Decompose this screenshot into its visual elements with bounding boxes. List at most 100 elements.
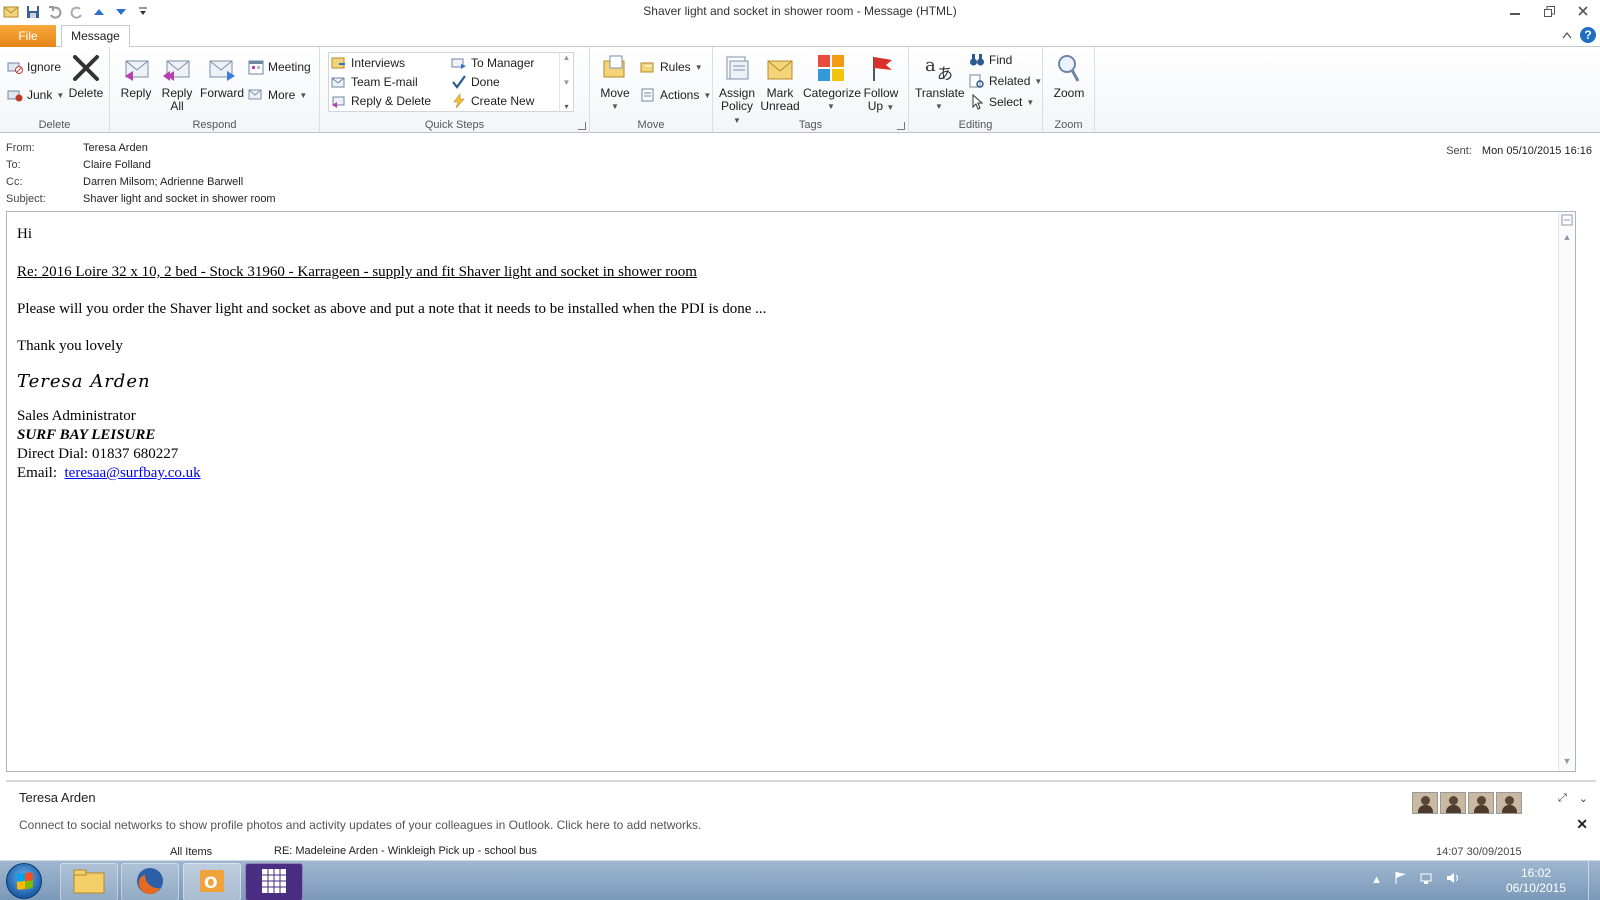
quick-step-reply-delete[interactable]: Reply & Delete <box>331 91 431 111</box>
firefox-taskbar-button[interactable] <box>121 863 179 900</box>
avatar[interactable] <box>1412 792 1438 814</box>
chevron-down-icon: ▼ <box>827 102 835 111</box>
assign-policy-button[interactable]: Assign Policy ▼ <box>717 51 757 127</box>
reply-all-button[interactable]: Reply All <box>156 51 198 113</box>
policy-icon <box>721 51 753 85</box>
undo-icon[interactable] <box>47 4 63 20</box>
save-icon[interactable] <box>25 4 41 20</box>
volume-icon[interactable] <box>1446 871 1460 888</box>
tab-file[interactable]: File <box>0 25 56 47</box>
body-scrollbar[interactable]: ▲ ▼ <box>1558 212 1575 771</box>
quick-step-team-email[interactable]: Team E-mail <box>331 72 418 92</box>
redo-icon[interactable] <box>69 4 85 20</box>
avatar[interactable] <box>1496 792 1522 814</box>
expand-gallery-icon[interactable]: ▾ <box>564 102 568 111</box>
system-clock[interactable]: 16:02 06/10/2015 <box>1506 866 1566 896</box>
related-label: Related <box>989 74 1031 88</box>
from-row: From: Teresa Arden <box>6 142 148 159</box>
quick-steps-scroll[interactable]: ▲ ▼ ▾ <box>559 53 573 111</box>
window-controls <box>1498 0 1600 24</box>
minimize-button[interactable] <box>1498 0 1532 22</box>
close-button[interactable] <box>1566 0 1600 22</box>
move-label: Move <box>600 86 630 100</box>
quick-step-done[interactable]: Done <box>451 72 500 92</box>
delete-button[interactable]: Delete <box>66 51 106 100</box>
thanks-text: Thank you lovely <box>17 338 123 354</box>
social-connect-text[interactable]: Connect to social networks to show profi… <box>19 818 701 832</box>
restore-button[interactable] <box>1532 0 1566 22</box>
all-items-label[interactable]: All Items <box>170 846 212 858</box>
explorer-taskbar-button[interactable] <box>60 863 118 900</box>
start-button[interactable] <box>6 863 42 899</box>
cc-value[interactable]: Darren Milsom; Adrienne Barwell <box>83 176 243 193</box>
group-tags: Assign Policy ▼ Mark Unread Categorize ▼… <box>713 47 909 133</box>
quick-step-create-new[interactable]: Create New <box>451 91 534 111</box>
mark-unread-icon <box>764 51 796 85</box>
forward-button[interactable]: Forward <box>198 51 246 100</box>
quick-step-label: Reply & Delete <box>351 94 432 108</box>
move-button[interactable]: Move ▼ <box>595 51 635 113</box>
dialog-launcher-icon[interactable] <box>897 122 905 130</box>
quick-step-interviews[interactable]: Interviews <box>331 53 405 73</box>
scroll-down-icon[interactable]: ▼ <box>1560 754 1575 769</box>
delete-label: Delete <box>68 86 104 100</box>
action-center-flag-icon[interactable] <box>1394 871 1408 888</box>
more-icon <box>248 87 264 103</box>
message-body[interactable]: Hi Re: 2016 Loire 32 x 10, 2 bed - Stock… <box>6 211 1576 772</box>
previous-item-icon[interactable] <box>91 4 107 20</box>
dialog-launcher-icon[interactable] <box>578 122 586 130</box>
minimize-ribbon-icon[interactable] <box>1562 28 1572 42</box>
reply-label: Reply <box>120 86 152 100</box>
actions-button[interactable]: Actions ▼ <box>640 85 711 105</box>
customize-qat-icon[interactable] <box>135 4 151 20</box>
to-value[interactable]: Claire Folland <box>83 159 151 176</box>
meeting-button[interactable]: Meeting <box>248 57 311 77</box>
smart-tag-icon[interactable] <box>1560 214 1575 229</box>
people-pane-name: Teresa Arden <box>19 790 96 805</box>
zoom-button[interactable]: Zoom <box>1049 51 1089 100</box>
chevron-down-icon[interactable]: ⌄ <box>1579 792 1588 805</box>
group-label-delete: Delete <box>38 119 71 131</box>
ignore-button[interactable]: Ignore <box>7 57 61 77</box>
quick-step-to-manager[interactable]: To Manager <box>451 53 534 73</box>
show-desktop-button[interactable] <box>1588 861 1600 900</box>
message-row[interactable]: RE: Madeleine Arden - Winkleigh Pick up … <box>274 845 537 857</box>
find-button[interactable]: Find <box>969 50 1012 70</box>
reply-button[interactable]: Reply <box>116 51 156 100</box>
scroll-up-icon[interactable]: ▲ <box>563 53 571 62</box>
rules-icon <box>640 59 656 75</box>
app-taskbar-button[interactable] <box>245 863 303 900</box>
group-label-move: Move <box>637 119 665 131</box>
next-item-icon[interactable] <box>113 4 129 20</box>
message-text: Please will you order the Shaver light a… <box>17 301 767 317</box>
network-icon[interactable] <box>1420 871 1434 888</box>
avatar[interactable] <box>1468 792 1494 814</box>
show-hidden-icons[interactable]: ▲ <box>1371 874 1382 886</box>
avatar[interactable] <box>1440 792 1466 814</box>
categorize-button[interactable]: Categorize ▼ <box>803 51 861 113</box>
expand-icon[interactable]: ⤢ <box>1558 792 1567 805</box>
related-button[interactable]: Related ▼ <box>969 71 1042 91</box>
role-text: Sales Administrator <box>17 408 136 424</box>
scroll-down-icon[interactable]: ▼ <box>563 78 571 87</box>
outlook-taskbar-button[interactable]: O <box>183 863 241 900</box>
follow-up-button[interactable]: Follow Up ▼ <box>861 51 901 114</box>
more-respond-button[interactable]: More ▼ <box>248 85 307 105</box>
chevron-down-icon: ▼ <box>56 90 65 100</box>
mark-unread-button[interactable]: Mark Unread <box>759 51 801 113</box>
chevron-down-icon: ▼ <box>299 90 308 100</box>
junk-button[interactable]: Junk ▼ <box>7 85 64 105</box>
scroll-up-icon[interactable]: ▲ <box>1560 230 1575 245</box>
group-label-zoom: Zoom <box>1054 119 1083 131</box>
from-value[interactable]: Teresa Arden <box>83 142 148 159</box>
to-label: To: <box>6 159 21 171</box>
help-icon[interactable]: ? <box>1580 27 1596 43</box>
select-button[interactable]: Select ▼ <box>969 92 1034 112</box>
move-folder-icon <box>599 51 631 85</box>
tab-message[interactable]: Message <box>61 25 130 48</box>
translate-button[interactable]: aあ Translate ▼ <box>915 51 965 113</box>
close-icon[interactable]: ✕ <box>1576 816 1588 833</box>
svg-text:あ: あ <box>937 64 953 83</box>
email-link[interactable]: teresaa@surfbay.co.uk <box>65 465 201 481</box>
rules-button[interactable]: Rules ▼ <box>640 57 703 77</box>
